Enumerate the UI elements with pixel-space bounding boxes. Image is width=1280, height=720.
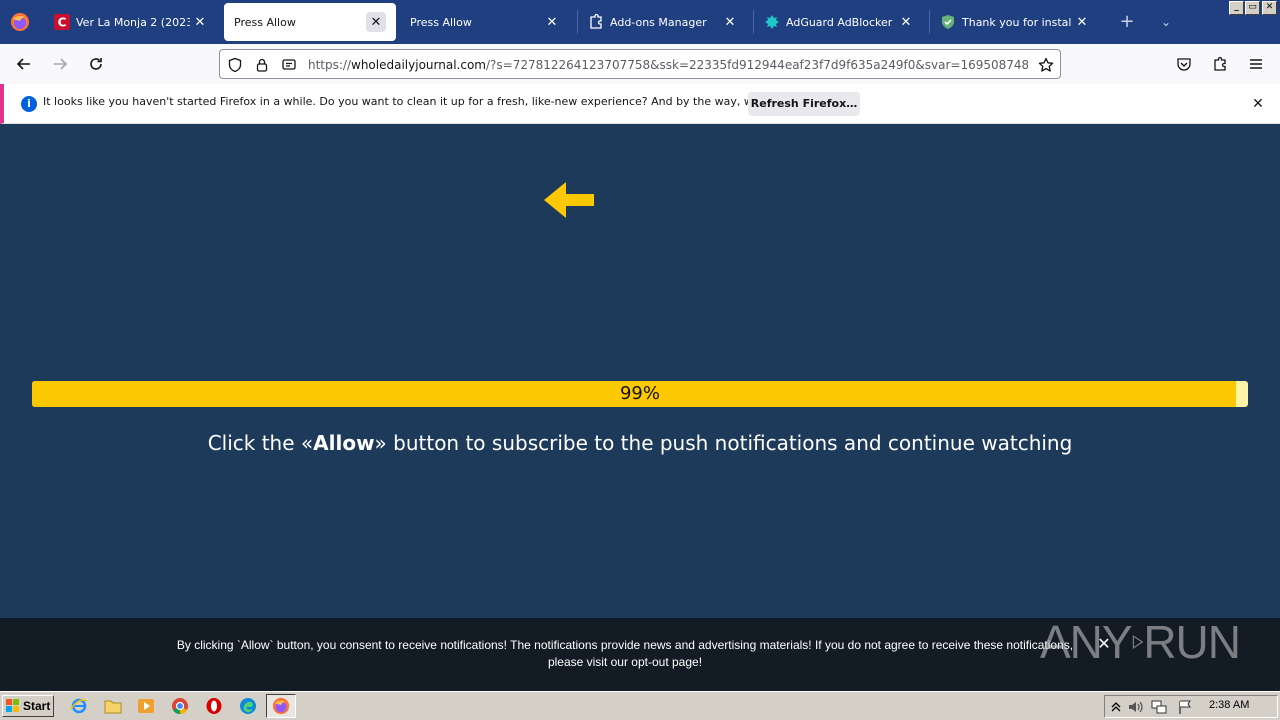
- close-icon[interactable]: ✕: [1248, 94, 1268, 114]
- hamburger-menu-icon: [1250, 59, 1262, 69]
- tab-strip: C Ver La Monja 2 (2023) Pe ✕ Press Allow…: [0, 0, 1280, 44]
- tracking-shield-icon[interactable]: [226, 56, 244, 74]
- tab-close-icon[interactable]: ✕: [190, 12, 210, 32]
- close-window-button[interactable]: ✕: [1262, 1, 1277, 15]
- refresh-firefox-button[interactable]: Refresh Firefox…: [748, 92, 860, 116]
- folder-icon[interactable]: [104, 697, 122, 715]
- arrow-left-icon: [16, 58, 30, 70]
- minimize-button[interactable]: _: [1229, 1, 1244, 15]
- arrow-right-icon: [54, 58, 68, 70]
- start-button[interactable]: Start: [2, 695, 54, 717]
- url-bar[interactable]: https://wholedailyjournal.com/?s=7278122…: [219, 49, 1061, 79]
- edge-icon[interactable]: [239, 697, 257, 715]
- svg-text:C: C: [58, 16, 67, 30]
- new-tab-button[interactable]: +: [1117, 10, 1137, 34]
- instruction-text: Click the «Allow» button to subscribe to…: [0, 431, 1280, 455]
- url-host: wholedailyjournal.com: [351, 58, 486, 72]
- tab-close-icon[interactable]: ✕: [896, 12, 916, 32]
- anyrun-watermark: ANY RUN: [1040, 610, 1241, 674]
- reload-button[interactable]: [84, 52, 108, 76]
- opt-out-link[interactable]: please visit our opt-out page!: [160, 654, 1090, 671]
- instruction-allow: Allow: [313, 431, 375, 455]
- progress-bar: 99%: [32, 381, 1248, 407]
- back-button[interactable]: [12, 52, 36, 76]
- system-tray: 2:38 AM: [1104, 695, 1278, 718]
- navigation-toolbar: https://wholedailyjournal.com/?s=7278122…: [0, 44, 1280, 84]
- page-content: 99% Click the «Allow» button to subscrib…: [0, 125, 1280, 618]
- bookmark-star-icon[interactable]: [1037, 56, 1055, 74]
- windows-taskbar: Start 2:38 AM: [0, 691, 1280, 720]
- play-triangle-icon: [1132, 635, 1143, 649]
- clock[interactable]: 2:38 AM: [1209, 699, 1249, 711]
- tab-press-allow[interactable]: Press Allow ✕: [400, 3, 572, 41]
- url-path: /?s=727812264123707758&ssk=22335fd912944…: [485, 58, 1028, 72]
- tab-close-icon[interactable]: ✕: [720, 12, 740, 32]
- opera-icon[interactable]: [205, 697, 223, 715]
- tab-label: Press Allow: [410, 15, 472, 29]
- app-menu-button[interactable]: [1244, 52, 1268, 76]
- chrome-icon[interactable]: [171, 697, 189, 715]
- firefox-taskbar-button[interactable]: [266, 694, 296, 718]
- arrow-left-icon: [544, 182, 594, 218]
- action-center-flag-icon[interactable]: [1177, 699, 1193, 715]
- restore-button[interactable]: ▭: [1245, 1, 1260, 15]
- adguard-icon: [764, 14, 780, 30]
- tab-press-allow-active[interactable]: Press Allow ✕: [224, 3, 396, 41]
- list-all-tabs-button[interactable]: ⌄: [1156, 10, 1176, 34]
- notification-text: It looks like you haven't started Firefo…: [43, 95, 827, 108]
- tab-adguard[interactable]: AdGuard AdBlocker – Ge ✕: [754, 3, 926, 41]
- instruction-before: Click the «: [207, 431, 314, 455]
- tab-label: Thank you for installing A: [962, 15, 1072, 29]
- tab-addons-manager[interactable]: Add-ons Manager ✕: [578, 3, 750, 41]
- start-label: Start: [23, 699, 51, 713]
- pocket-icon: [1177, 58, 1191, 71]
- tab-label: Ver La Monja 2 (2023) Pe: [76, 15, 190, 29]
- pocket-button[interactable]: [1172, 52, 1196, 76]
- url-scheme: https://: [308, 58, 352, 72]
- tab-label: Add-ons Manager: [610, 15, 707, 29]
- firefox-refresh-notification: i It looks like you haven't started Fire…: [0, 84, 1280, 124]
- permissions-icon[interactable]: [280, 56, 298, 74]
- tab-close-icon[interactable]: ✕: [366, 12, 386, 32]
- tab-label: AdGuard AdBlocker – Ge: [786, 15, 896, 29]
- tab-close-icon[interactable]: ✕: [1072, 12, 1092, 32]
- info-icon: i: [21, 96, 37, 112]
- tab-label: Press Allow: [234, 15, 296, 29]
- lock-icon[interactable]: [253, 56, 271, 74]
- shield-check-icon: [940, 14, 956, 30]
- firefox-logo-icon: [272, 697, 290, 715]
- show-hidden-icons-icon[interactable]: [1108, 699, 1124, 715]
- internet-explorer-icon[interactable]: [70, 697, 88, 715]
- consent-text: By clicking `Allow` button, you consent …: [160, 637, 1090, 671]
- puzzle-icon: [1214, 56, 1226, 71]
- reload-icon: [90, 58, 102, 70]
- watermark-text-right: RUN: [1143, 616, 1241, 668]
- red-c-icon: C: [54, 14, 70, 30]
- url-text[interactable]: https://wholedailyjournal.com/?s=7278122…: [308, 56, 1028, 74]
- network-icon[interactable]: [1151, 699, 1167, 715]
- volume-icon[interactable]: [1127, 699, 1143, 715]
- firefox-logo-icon[interactable]: [10, 12, 30, 32]
- forward-button[interactable]: [48, 52, 72, 76]
- extensions-button[interactable]: [1208, 52, 1232, 76]
- media-player-icon[interactable]: [137, 697, 155, 715]
- windows-logo-icon: [6, 699, 19, 712]
- instruction-after: » button to subscribe to the push notifi…: [374, 431, 1073, 455]
- puzzle-icon: [588, 14, 604, 30]
- tab-thank-you[interactable]: Thank you for installing A ✕: [930, 3, 1102, 41]
- watermark-text-left: ANY: [1040, 616, 1133, 668]
- tab-close-icon[interactable]: ✕: [542, 12, 562, 32]
- progress-label: 99%: [619, 383, 660, 404]
- consent-line-1: By clicking `Allow` button, you consent …: [176, 638, 1074, 652]
- tab-ver-la-monja[interactable]: C Ver La Monja 2 (2023) Pe ✕: [44, 3, 220, 41]
